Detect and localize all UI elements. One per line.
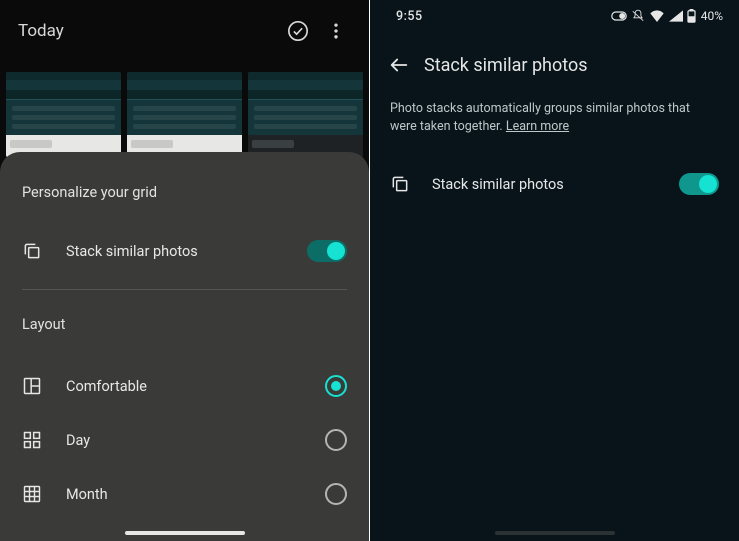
signal-icon — [669, 10, 683, 22]
screen-right: 9:55 40% Stack similar photos Photo stac… — [370, 0, 739, 541]
select-mode-icon[interactable] — [279, 12, 317, 50]
day-icon — [22, 430, 48, 450]
layout-option-month[interactable]: Month — [0, 467, 369, 521]
nav-handle[interactable] — [125, 531, 245, 535]
photo-thumbnail[interactable] — [248, 72, 363, 157]
layout-option-comfortable[interactable]: Comfortable — [0, 359, 369, 413]
status-time: 9:55 — [386, 9, 611, 24]
radio-selected[interactable] — [325, 375, 347, 397]
settings-title: Stack similar photos — [424, 55, 588, 76]
photo-thumbnail[interactable] — [6, 72, 121, 157]
personalize-bottom-sheet: Personalize your grid Stack similar phot… — [0, 152, 369, 541]
stack-icon — [390, 174, 416, 194]
stack-photos-label: Stack similar photos — [66, 243, 307, 260]
stack-toggle[interactable] — [679, 173, 719, 195]
nav-handle[interactable] — [495, 531, 615, 535]
layout-heading: Layout — [0, 300, 369, 359]
settings-description: Photo stacks automatically groups simila… — [370, 100, 739, 136]
stack-similar-photos-setting[interactable]: Stack similar photos — [370, 156, 739, 212]
layout-option-label: Day — [66, 432, 325, 449]
month-icon — [22, 484, 48, 504]
layout-option-label: Comfortable — [66, 378, 325, 395]
radio-unselected[interactable] — [325, 483, 347, 505]
left-header: Today — [0, 0, 369, 62]
settings-header: Stack similar photos — [370, 32, 739, 100]
wifi-icon — [649, 10, 665, 22]
stack-photos-row[interactable]: Stack similar photos — [0, 225, 369, 277]
battery-icon — [687, 9, 696, 23]
stack-icon — [22, 241, 48, 261]
more-options-icon[interactable] — [317, 12, 355, 50]
page-title: Today — [18, 21, 279, 41]
learn-more-link[interactable]: Learn more — [506, 119, 569, 134]
radio-unselected[interactable] — [325, 429, 347, 451]
status-bar: 9:55 40% — [370, 0, 739, 32]
screen-left: Today Personal — [0, 0, 369, 541]
vibrate-icon — [631, 9, 645, 23]
personalize-heading: Personalize your grid — [0, 184, 369, 225]
photo-thumbnail[interactable] — [127, 72, 242, 157]
battery-percent: 40% — [701, 9, 723, 23]
dnd-icon — [611, 11, 627, 21]
setting-label: Stack similar photos — [432, 176, 679, 193]
photo-thumbnails-row — [0, 62, 369, 157]
comfortable-icon — [22, 376, 48, 396]
back-button[interactable] — [388, 54, 418, 76]
divider — [22, 289, 347, 290]
stack-photos-toggle[interactable] — [307, 240, 347, 262]
status-icons: 40% — [611, 9, 723, 23]
layout-option-label: Month — [66, 486, 325, 503]
layout-option-day[interactable]: Day — [0, 413, 369, 467]
